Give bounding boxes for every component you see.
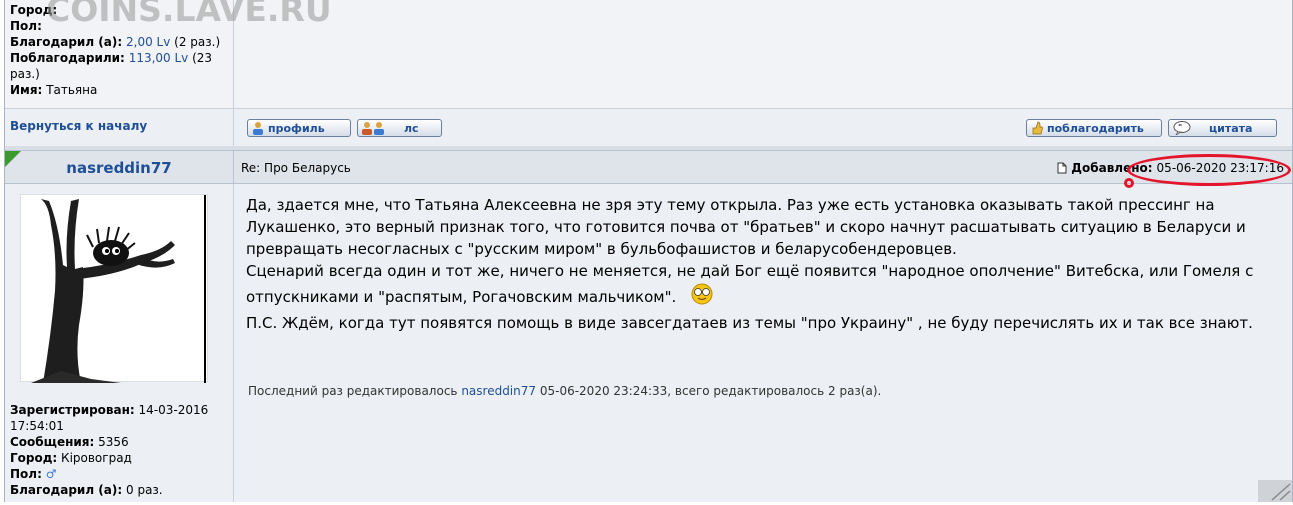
back-to-top-link[interactable]: Вернуться к началу bbox=[10, 119, 147, 133]
edited-user-link[interactable]: nasreddin77 bbox=[461, 384, 536, 398]
prev-thanked-link[interactable]: 2,00 Lv bbox=[126, 35, 170, 49]
prev-received-link[interactable]: 113,00 Lv bbox=[129, 51, 189, 65]
quote-button[interactable]: " цитата bbox=[1168, 119, 1277, 137]
post-body-row: Зарегистрирован: 14-03-2016 17:54:01 Соо… bbox=[5, 184, 1292, 502]
post-text: Да, здается мне, что Татьяна Алексеевна … bbox=[246, 194, 1286, 334]
pm-button[interactable]: лс bbox=[357, 119, 442, 137]
svg-text:": " bbox=[1178, 123, 1182, 132]
quote-icon: " bbox=[1173, 121, 1191, 136]
messages-line: Сообщения: 5356 bbox=[10, 435, 129, 449]
post-header: nasreddin77 Re: Про Беларусь Добавлено: 0… bbox=[5, 150, 1292, 184]
date-highlight-dot bbox=[1124, 178, 1134, 188]
thank-button[interactable]: поблагодарить bbox=[1026, 119, 1162, 137]
site-watermark: COINS.LAVE.RU bbox=[46, 0, 332, 29]
registered-line: Зарегистрирован: 14-03-2016 17:54:01 bbox=[10, 403, 209, 433]
date-highlight-circle bbox=[1127, 154, 1291, 186]
resize-grip-icon[interactable] bbox=[1258, 480, 1292, 502]
smiley-icon bbox=[691, 283, 713, 312]
users-icon bbox=[362, 121, 388, 135]
post-subject: Re: Про Беларусь bbox=[241, 161, 351, 175]
city-line: Город: Кіровоград bbox=[10, 451, 132, 465]
prev-post-actions-row: Вернуться к началу профиль лс поблагодар… bbox=[5, 108, 1292, 146]
profile-button[interactable]: профиль bbox=[247, 119, 351, 137]
prev-received-line: Поблагодарили: 113,00 Lv (23 раз.) bbox=[10, 51, 213, 81]
author-profile-panel: Зарегистрирован: 14-03-2016 17:54:01 Соо… bbox=[5, 184, 234, 502]
prev-post-content bbox=[235, 0, 1292, 108]
thanked-line: Благодарил (а): 0 раз. bbox=[10, 483, 163, 497]
post-paragraph: Сценарий всегда один и тот же, ничего не… bbox=[246, 260, 1286, 312]
forum-thread: Город: Пол: Благодарил (а): 2,00 Lv (2 р… bbox=[4, 0, 1293, 502]
post-author[interactable]: nasreddin77 bbox=[66, 159, 171, 177]
author-cell: nasreddin77 bbox=[5, 151, 234, 183]
gender-line: Пол: ♂ bbox=[10, 467, 57, 481]
male-icon: ♂ bbox=[45, 467, 57, 481]
thumb-up-icon bbox=[1031, 121, 1043, 135]
post-icon bbox=[1057, 162, 1067, 177]
avatar[interactable] bbox=[20, 194, 208, 383]
prev-name-line: Имя: Татьяна bbox=[10, 83, 98, 97]
prev-thanked-line: Благодарил (а): 2,00 Lv (2 раз.) bbox=[10, 35, 221, 49]
post-paragraph: П.С. Ждём, когда тут появятся помощь в в… bbox=[246, 314, 1253, 332]
edited-note: Последний раз редактировалось nasreddin7… bbox=[248, 384, 882, 398]
back-to-top-cell: Вернуться к началу bbox=[5, 109, 234, 146]
post-paragraph: Да, здается мне, что Татьяна Алексеевна … bbox=[246, 196, 1246, 258]
user-icon bbox=[252, 121, 264, 135]
